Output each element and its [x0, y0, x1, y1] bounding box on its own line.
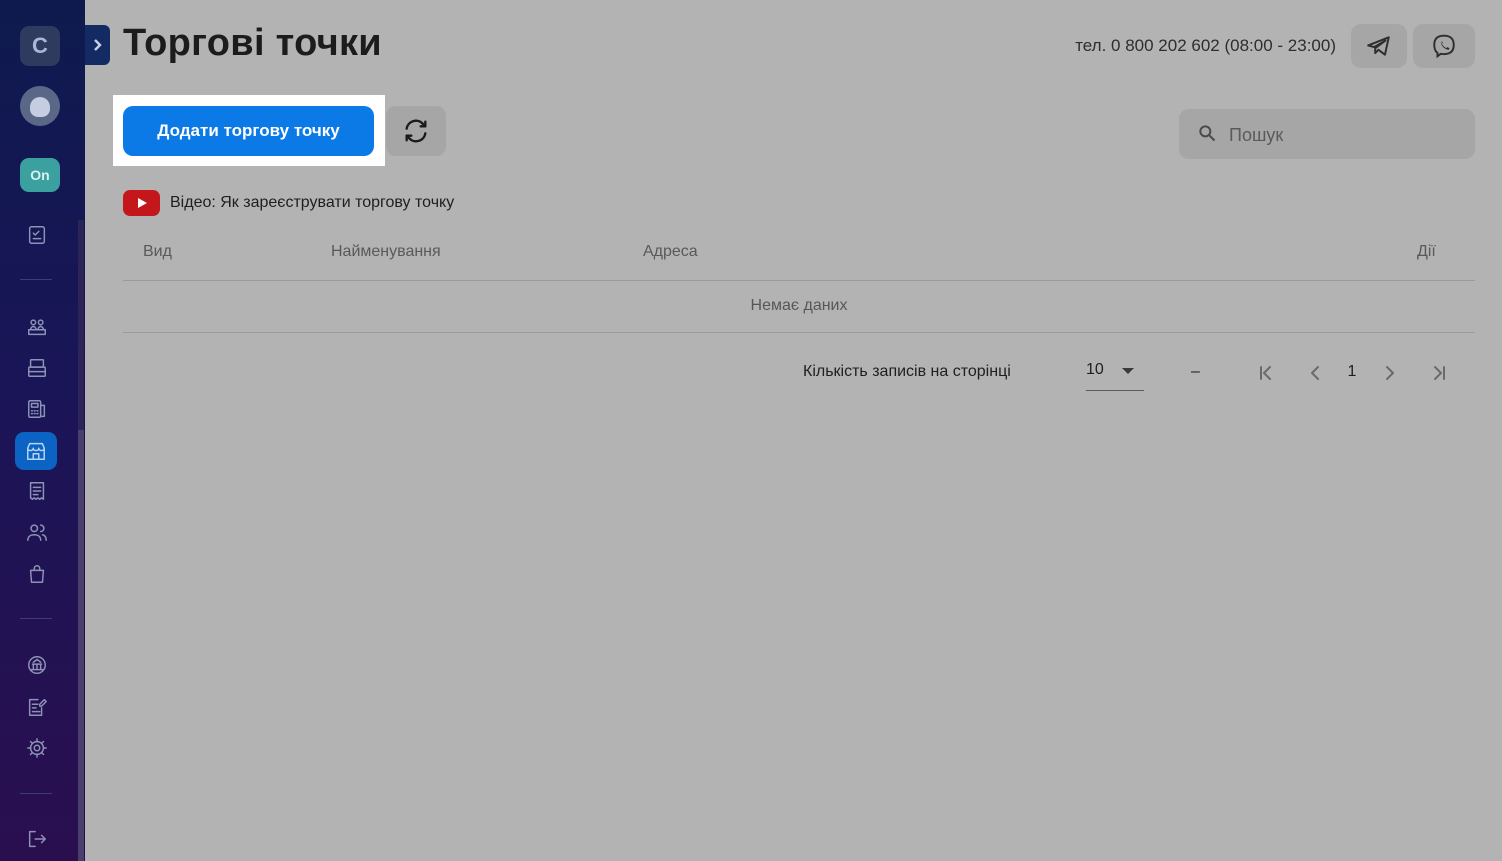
rows-per-page-value: 10 [1086, 361, 1104, 378]
sidebar-divider [20, 793, 52, 794]
viber-button[interactable] [1413, 24, 1475, 68]
document-edit-icon [28, 698, 47, 716]
refresh-icon [405, 119, 427, 143]
video-tutorial-link[interactable]: Відео: Як зареєструвати торгову точку [123, 190, 454, 216]
users-icon [27, 524, 47, 541]
chevron-right-icon [93, 39, 102, 51]
chevron-down-icon [1122, 368, 1134, 374]
sidebar-item-users[interactable] [20, 515, 54, 549]
video-link-label: Відео: Як зареєструвати торгову точку [170, 194, 455, 211]
column-header-name[interactable]: Найменування [331, 243, 441, 261]
bell-icon [30, 97, 50, 117]
chevron-right-icon [1386, 366, 1394, 380]
prev-page-button[interactable] [1302, 360, 1328, 386]
sidebar-divider [20, 279, 52, 280]
sidebar-item-terminals[interactable] [20, 392, 54, 426]
youtube-icon [123, 190, 160, 216]
sidebar-item-tasks[interactable] [20, 218, 54, 252]
sidebar-item-settings[interactable] [20, 731, 54, 765]
sidebar-item-tax[interactable] [20, 648, 54, 682]
sidebar-item-products[interactable] [20, 557, 54, 591]
rows-per-page-select[interactable]: 10 [1086, 358, 1144, 391]
first-page-icon [1260, 366, 1271, 380]
column-header-actions: Дії [1417, 243, 1436, 260]
shopping-bag-icon [29, 565, 45, 583]
logout-icon [28, 830, 46, 848]
sidebar-divider [20, 618, 52, 619]
register-icon [28, 359, 46, 377]
column-header-type[interactable]: Вид [143, 243, 172, 261]
search-input[interactable] [1227, 119, 1461, 151]
sidebar-toggle-button[interactable] [85, 25, 110, 65]
refresh-button[interactable] [386, 106, 446, 156]
sidebar: C On [0, 0, 85, 861]
sidebar-item-cashiers[interactable] [20, 310, 54, 344]
page-range: – [1191, 363, 1200, 380]
receipt-icon [29, 482, 45, 500]
last-page-button[interactable] [1426, 360, 1452, 386]
first-page-button[interactable] [1253, 360, 1279, 386]
status-badge[interactable]: On [20, 158, 60, 192]
sidebar-scrollbar[interactable] [78, 430, 84, 861]
empty-table-message: Немає даних [750, 297, 848, 314]
support-phone: тел. 0 800 202 602 (08:00 - 23:00) [1075, 36, 1336, 55]
people-desk-icon [28, 319, 46, 336]
tax-office-icon [28, 656, 46, 674]
sidebar-item-registers[interactable] [20, 351, 54, 385]
current-page[interactable]: 1 [1343, 363, 1361, 381]
chevron-left-icon [1311, 366, 1319, 380]
checklist-icon [28, 226, 46, 244]
app-logo[interactable]: C [20, 26, 60, 66]
pos-terminal-icon [28, 400, 46, 418]
user-avatar[interactable] [20, 86, 60, 126]
sidebar-item-reports[interactable] [20, 690, 54, 724]
last-page-icon [1434, 366, 1445, 380]
store-icon [27, 442, 45, 460]
table-footer-divider [123, 332, 1475, 333]
rows-per-page-label: Кількість записів на сторінці [803, 363, 1011, 380]
search-box[interactable] [1179, 109, 1475, 159]
add-store-button[interactable]: Додати торгову точку [123, 106, 374, 156]
column-header-address[interactable]: Адреса [643, 243, 698, 261]
sidebar-item-receipts[interactable] [20, 474, 54, 508]
gear-icon [27, 738, 47, 758]
table-header-divider [123, 280, 1475, 281]
telegram-icon [1367, 36, 1390, 56]
search-icon [1199, 125, 1216, 142]
sidebar-item-stores[interactable] [15, 432, 57, 470]
viber-icon [1433, 34, 1455, 59]
page-title: Торгові точки [123, 22, 382, 64]
telegram-button[interactable] [1351, 24, 1407, 68]
sidebar-item-logout[interactable] [20, 822, 54, 856]
next-page-button[interactable] [1377, 360, 1403, 386]
